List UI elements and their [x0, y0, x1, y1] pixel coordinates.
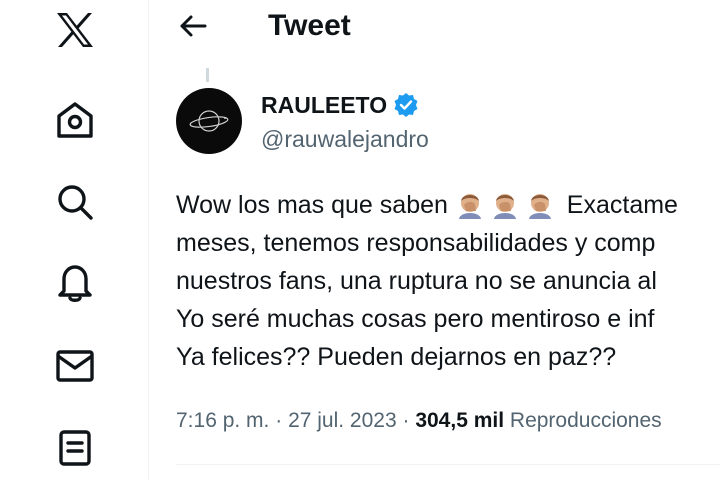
app-window: Tweet RAULEETO @rauwalejandro Wow los ma…	[0, 0, 720, 480]
tweet-line-3: nuestros fans, una ruptura no se anuncia…	[176, 267, 657, 295]
back-button[interactable]	[171, 6, 215, 46]
meta-separator: ·	[269, 409, 289, 432]
home-icon	[57, 102, 93, 138]
verified-badge-icon[interactable]	[393, 92, 419, 118]
sidebar-nav	[0, 0, 149, 480]
author-handle[interactable]: @rauwalejandro	[261, 124, 429, 154]
x-logo-icon	[57, 13, 93, 47]
tweet-body: Wow los mas que saben Exactame meses, te…	[176, 186, 720, 376]
nav-messages-button[interactable]	[42, 336, 108, 396]
views-label[interactable]: Reproducciones	[504, 409, 662, 432]
face-palm-emoji-1	[458, 194, 481, 219]
author-name-row[interactable]: RAULEETO	[261, 90, 419, 120]
face-palm-emoji-2	[493, 194, 516, 219]
arrow-left-icon	[180, 15, 207, 37]
tweet-date[interactable]: 27 jul. 2023	[288, 409, 397, 432]
author-display-name[interactable]: RAULEETO	[261, 90, 387, 120]
tweet-line-5: Ya felices?? Pueden dejarnos en paz??	[176, 343, 617, 371]
tweet-line-1: Wow los mas que saben Exactame	[176, 186, 720, 224]
search-icon	[58, 185, 93, 220]
page-title: Tweet	[268, 9, 351, 42]
tweet-line-2: meses, tenemos responsabilidades y comp	[176, 229, 656, 257]
nav-home-button[interactable]	[42, 90, 108, 150]
views-count[interactable]: 304,5 mil	[415, 409, 504, 432]
tweet-detail: Tweet RAULEETO @rauwalejandro Wow los ma…	[149, 0, 720, 480]
tweet-line-1-text: Wow los mas que saben	[176, 191, 455, 219]
tweet-time[interactable]: 7:16 p. m.	[176, 409, 269, 432]
nav-lists-button[interactable]	[42, 418, 108, 478]
face-palm-emoji-3	[528, 194, 551, 219]
page-header: Tweet	[149, 0, 720, 52]
divider	[176, 464, 720, 465]
mail-icon	[56, 350, 94, 382]
list-icon	[59, 430, 91, 466]
meta-separator: ·	[396, 409, 416, 432]
face-palm-emoji-group	[455, 191, 560, 219]
nav-notifications-button[interactable]	[42, 253, 108, 313]
thread-connector	[206, 68, 209, 82]
tweet-line-1-rest: Exactame	[559, 191, 678, 219]
saturn-logo-icon	[189, 110, 229, 132]
nav-explore-button[interactable]	[42, 172, 108, 232]
tweet-line-4: Yo seré muchas cosas pero mentiroso e in…	[176, 305, 655, 333]
tweet-metadata: 7:16 p. m. · 27 jul. 2023 · 304,5 mil Re…	[176, 406, 720, 436]
x-logo-button[interactable]	[42, 0, 108, 60]
avatar[interactable]	[176, 88, 242, 154]
bell-icon	[58, 265, 92, 302]
